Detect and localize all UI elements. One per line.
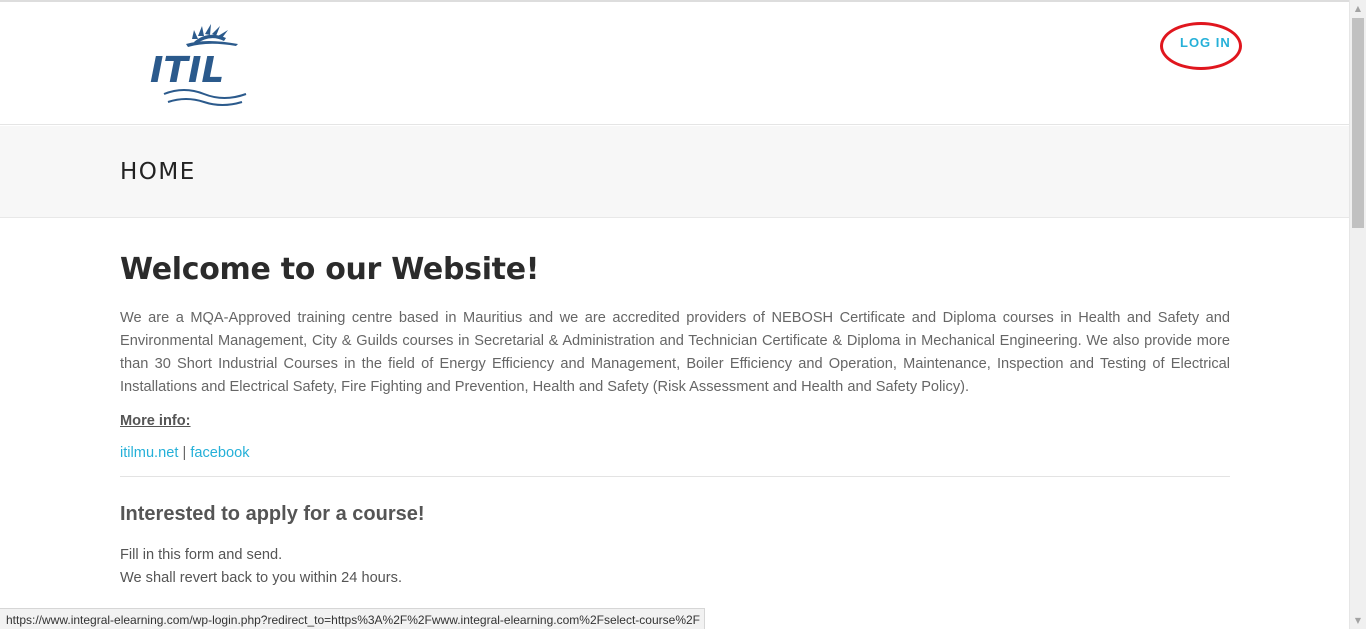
link-separator: | [182,445,187,461]
page-title: HOME [120,159,196,185]
more-info-label: More info: [120,413,191,429]
apply-heading: Interested to apply for a course! [120,503,425,525]
scroll-up-arrow-icon[interactable]: ▲ [1350,0,1366,17]
page: ITIL LOG IN HOME Welcome to our Website!… [0,0,1349,629]
main-content: Welcome to our Website! We are a MQA-App… [120,252,1230,590]
browser-status-bar: https://www.integral-elearning.com/wp-lo… [0,608,705,629]
site-header: ITIL LOG IN [0,4,1349,125]
facebook-link[interactable]: facebook [190,445,249,461]
login-link[interactable]: LOG IN [1180,35,1231,50]
page-title-band: HOME [0,126,1349,218]
logo-wordmark: ITIL [150,50,224,91]
intro-paragraph: We are a MQA-Approved training centre ba… [120,310,1230,395]
form-instruction-line: Fill in this form and send. [120,547,283,563]
website-link[interactable]: itilmu.net [120,445,178,461]
welcome-heading: Welcome to our Website! [120,252,540,287]
content-divider [120,476,1230,477]
itil-logo-icon: ITIL [150,24,247,106]
scroll-down-arrow-icon[interactable]: ▼ [1350,612,1366,629]
scrollbar-thumb[interactable] [1352,18,1364,228]
form-instruction-line: We shall revert back to you within 24 ho… [120,570,403,586]
external-links: itilmu.net | facebook [120,445,1230,461]
vertical-scrollbar[interactable]: ▲ ▼ [1349,0,1366,629]
form-instructions: Fill in this form and send. We shall rev… [120,544,1230,590]
site-logo[interactable]: ITIL [146,22,262,110]
